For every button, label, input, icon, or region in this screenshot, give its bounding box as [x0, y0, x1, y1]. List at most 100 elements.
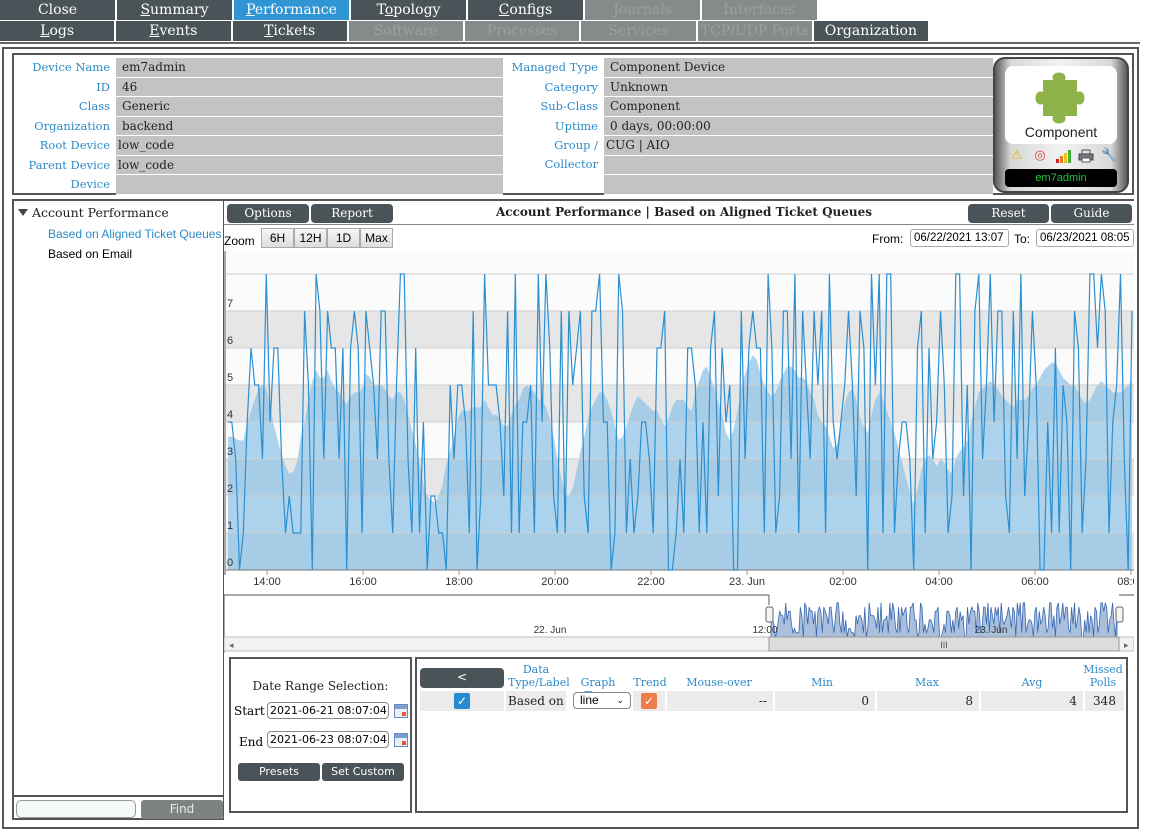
signal-bars-icon[interactable] — [1055, 148, 1071, 164]
start-date-input[interactable]: 2021-06-21 08:07:04 — [267, 702, 389, 719]
guide-button[interactable]: Guide — [1051, 204, 1132, 223]
y-tick-label: 7 — [227, 298, 233, 310]
tab-logs[interactable]: Logs — [0, 21, 115, 41]
info-row — [504, 155, 993, 176]
info-row: Managed Type Component Device — [504, 58, 993, 78]
calendar-icon[interactable] — [394, 704, 408, 718]
warning-icon[interactable]: ⚠ — [1009, 148, 1025, 164]
divider — [0, 42, 1140, 44]
collapse-button[interactable]: < — [420, 668, 504, 688]
printer-icon[interactable] — [1078, 148, 1094, 164]
trend-checkbox[interactable]: ✓ — [641, 693, 657, 709]
x-tick-label: 06:00 — [1021, 576, 1049, 588]
series-row: ✓ Based on , line ⌄ ✓ -- 0 8 4 348 — [420, 691, 1124, 711]
scroll-right-arrow-icon[interactable]: ▸ — [1124, 641, 1129, 651]
info-label: Group / Collector — [544, 138, 598, 171]
info-label: Sub-Class — [540, 99, 598, 113]
info-label: Device Hostname — [51, 177, 110, 210]
info-label: Uptime — [554, 118, 598, 133]
info-row: Parent Device low_code — [14, 155, 503, 175]
x-tick-label: 16:00 — [349, 576, 377, 588]
info-value: Unknown — [604, 77, 993, 97]
tab-row-2: Logs Events Tickets Software Processes Servic… — [0, 21, 930, 41]
tree-item-aligned-ticket-queues[interactable]: Based on Aligned Ticket Queues — [48, 227, 221, 241]
find-button[interactable]: Find — [141, 800, 223, 819]
zoom-6h-button[interactable]: 6H — [261, 228, 294, 248]
info-value: em7admin — [116, 58, 503, 78]
calendar-icon[interactable] — [394, 733, 408, 747]
max-value: 8 — [877, 691, 979, 711]
start-label: Start — [234, 704, 265, 718]
graph-toolbar: Options Report Account Performance | Bas… — [224, 199, 1134, 225]
info-label: Parent Device — [28, 157, 110, 172]
tab-summary[interactable]: Summary — [117, 0, 232, 20]
set-custom-button[interactable]: Set Custom — [322, 763, 404, 781]
info-value: backend — [116, 116, 503, 136]
header-min: Min — [811, 676, 833, 689]
header-data-type-label: Data Type/Label — [508, 663, 570, 689]
tab-software: Software — [348, 21, 463, 41]
options-button[interactable]: Options — [227, 204, 309, 223]
info-row — [504, 175, 993, 195]
info-label: Class — [78, 99, 110, 113]
from-date-input[interactable]: 06/22/2021 13:07 — [910, 229, 1009, 247]
zoom-max-button[interactable]: Max — [360, 228, 393, 248]
tree-item-email[interactable]: Based on Email — [48, 247, 132, 261]
range-navigator[interactable]: 22. Jun 12:00 23. Jun III ◂ ▸ — [224, 593, 1134, 653]
scroll-left-arrow-icon[interactable]: ◂ — [229, 641, 234, 651]
info-label — [504, 175, 604, 195]
info-row: Device Hostname — [14, 175, 503, 210]
tab-configs[interactable]: Configs — [468, 0, 583, 20]
zoom-12h-button[interactable]: 12H — [294, 228, 327, 248]
find-input[interactable] — [16, 800, 136, 818]
x-tick-label: 20:00 — [541, 576, 569, 588]
info-label — [504, 156, 604, 176]
lifebuoy-icon[interactable]: ◎ — [1032, 148, 1048, 164]
navigator-series — [770, 602, 1118, 638]
mouseover-value: -- — [667, 691, 773, 711]
tab-close[interactable]: Close — [0, 0, 115, 20]
header-text: Data — [522, 663, 550, 676]
x-tick-label: 18:00 — [445, 576, 473, 588]
info-value: low_code — [116, 136, 503, 156]
header-text: Missed — [1083, 663, 1123, 676]
navigator-handle[interactable] — [1115, 606, 1124, 623]
tree-group-account-performance[interactable]: Account Performance — [18, 205, 169, 220]
info-row: Uptime 0 days, 00:00:00 — [504, 116, 993, 136]
device-type-panel: Component — [1005, 66, 1117, 144]
reset-button[interactable]: Reset — [968, 204, 1049, 223]
enabled-checkbox[interactable]: ✓ — [454, 693, 470, 709]
enabled-cell: ✓ — [420, 691, 504, 711]
tab-tickets[interactable]: Tickets — [232, 21, 347, 41]
x-tick-label: 22:00 — [637, 576, 665, 588]
y-tick-label: 2 — [227, 483, 233, 495]
header-text: Polls — [1089, 676, 1117, 689]
end-date-input[interactable]: 2021-06-23 08:07:04 — [267, 731, 389, 748]
report-button[interactable]: Report — [311, 204, 393, 223]
graph-type-select[interactable]: line ⌄ — [573, 692, 631, 709]
tab-performance[interactable]: Performance — [234, 0, 349, 20]
device-info-panel: Device Name em7admin ID 46 Class Generic Organ… — [12, 53, 1134, 210]
device-badge[interactable]: Component ⚠ ◎ 🔧 em7admin — [993, 57, 1129, 193]
tab-bar: Close Summary Performance Topology Configs Jo… — [0, 0, 930, 42]
tab-services: Services — [581, 21, 696, 41]
navigator-handle[interactable] — [765, 606, 774, 623]
tab-organization[interactable]: Organization — [813, 21, 928, 41]
info-row: Category Unknown — [504, 77, 993, 97]
to-date-input[interactable]: 06/23/2021 08:05 — [1036, 229, 1134, 247]
presets-button[interactable]: Presets — [238, 763, 320, 781]
graph-title: Account Performance | Based on Aligned T… — [495, 205, 873, 219]
tab-journals: Journals — [585, 0, 700, 20]
zoom-1d-button[interactable]: 1D — [327, 228, 360, 248]
series-label: Based on , — [506, 691, 566, 711]
wrench-icon[interactable]: 🔧 — [1101, 148, 1117, 164]
collapse-triangle-icon[interactable] — [18, 209, 28, 216]
accesskey-underline: o — [384, 2, 394, 18]
performance-chart[interactable]: 0 1 2 3 4 5 6 7 14:00 16:00 18:00 20:00 22:00 23. Jun… — [224, 251, 1134, 593]
min-value: 0 — [775, 691, 875, 711]
header-avg: Avg — [1021, 676, 1043, 689]
tab-processes: Processes — [465, 21, 580, 41]
tab-topology[interactable]: Topology — [351, 0, 466, 20]
tab-events[interactable]: Events — [116, 21, 231, 41]
y-tick-label: 5 — [227, 372, 233, 384]
